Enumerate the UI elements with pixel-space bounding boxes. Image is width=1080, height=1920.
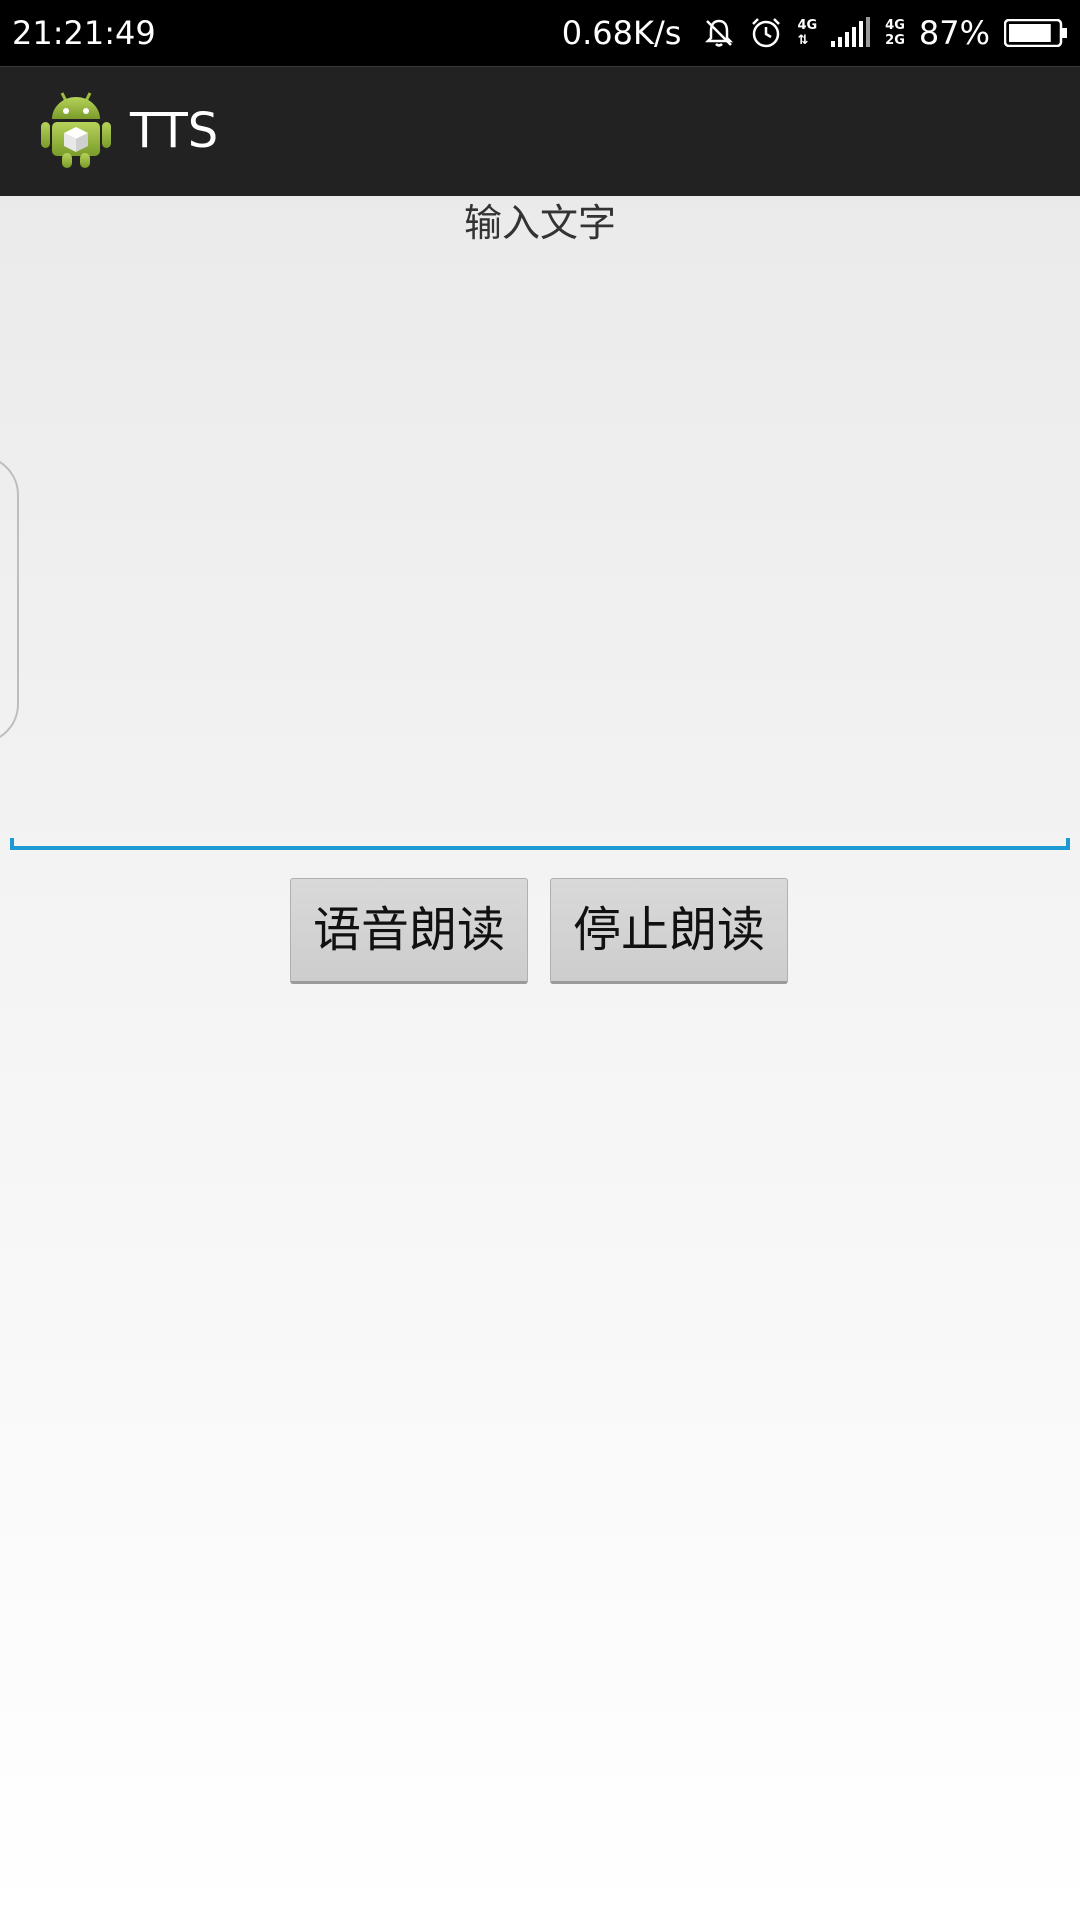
input-underline-right-tick	[1066, 838, 1070, 850]
edge-drawer-handle[interactable]	[0, 455, 19, 744]
status-bar: 21:21:49 0.68K/s 4G ⇅ 4G 2G 87%	[0, 0, 1080, 66]
input-underline-left-tick	[10, 838, 14, 850]
net-type-left: 4G	[797, 18, 818, 33]
status-time: 21:21:49	[12, 14, 156, 52]
screen: 21:21:49 0.68K/s 4G ⇅ 4G 2G 87% TTS 输入文字…	[0, 0, 1080, 1920]
app-title: TTS	[130, 103, 219, 159]
bell-muted-icon	[703, 17, 735, 49]
speak-button[interactable]: 语音朗读	[290, 878, 528, 984]
net-type-top: 4G	[885, 18, 905, 33]
status-right-group: 0.68K/s 4G ⇅ 4G 2G 87%	[562, 10, 1068, 56]
input-hint: 输入文字	[463, 201, 616, 245]
input-underline	[10, 846, 1070, 850]
battery-fill	[1009, 24, 1051, 42]
alarm-icon	[749, 16, 783, 50]
net-type-stack: 4G 2G	[885, 18, 905, 48]
android-robot-icon	[40, 89, 112, 169]
stop-button[interactable]: 停止朗读	[550, 878, 788, 984]
battery-percent: 87%	[918, 14, 990, 52]
signal-icon	[831, 17, 871, 49]
action-bar: TTS	[0, 66, 1080, 196]
data-arrows-icon: 4G ⇅	[797, 18, 818, 48]
net-speed: 0.68K/s	[561, 14, 682, 52]
battery-icon	[1004, 19, 1068, 47]
text-input-field[interactable]	[10, 250, 1070, 850]
net-type-bottom: 2G	[885, 33, 905, 48]
